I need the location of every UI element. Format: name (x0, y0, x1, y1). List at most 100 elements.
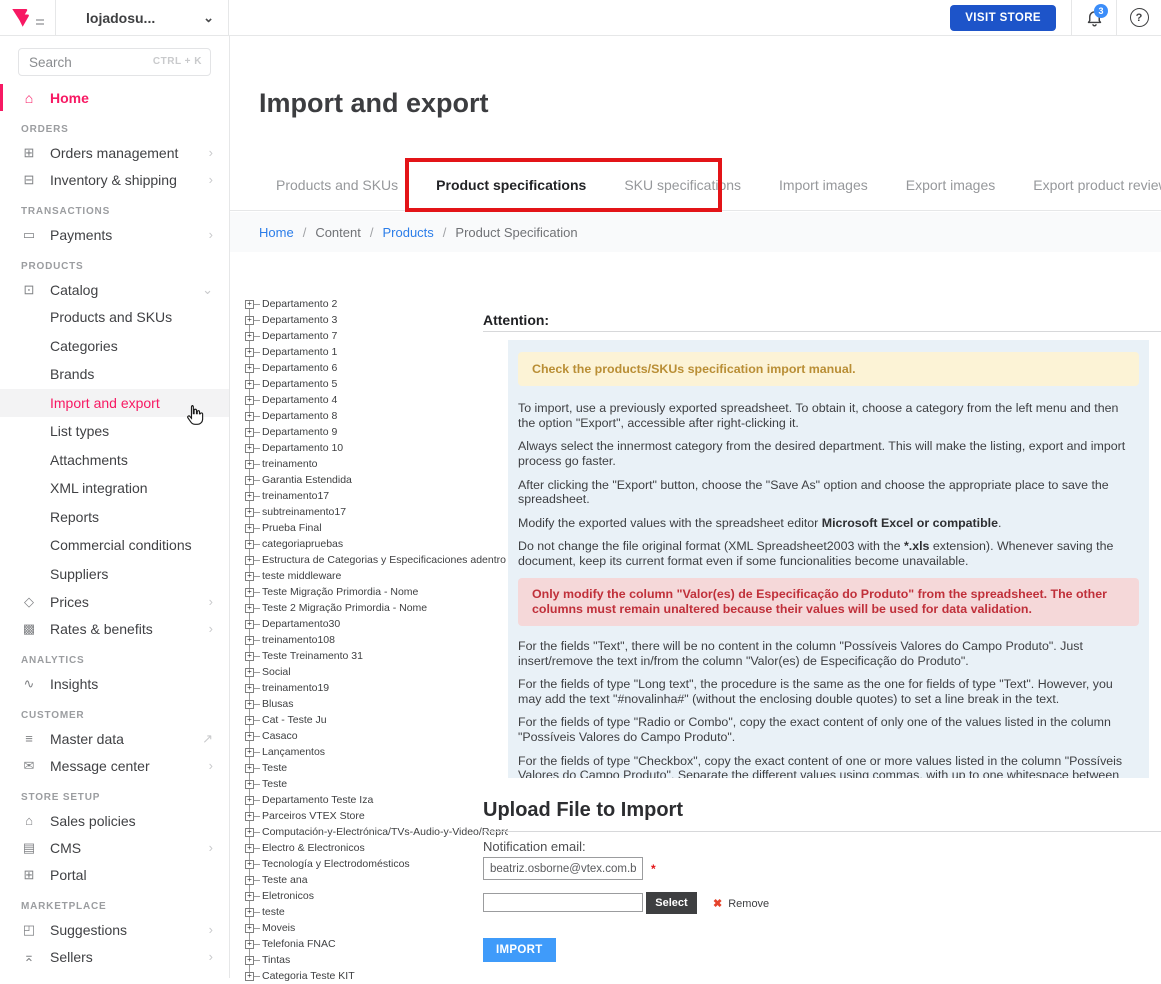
tree-node[interactable]: +Electro & Electronicos (245, 840, 508, 856)
tree-node[interactable]: +Departamento 2 (245, 296, 508, 312)
sidebar-item-suppliers[interactable]: Suppliers (0, 560, 229, 589)
tree-node[interactable]: +Garantia Estendida (245, 472, 508, 488)
tree-node[interactable]: +Departamento 8 (245, 408, 508, 424)
tree-expand-icon[interactable]: + (245, 844, 254, 853)
tab-export-images[interactable]: Export images (906, 177, 995, 193)
tree-expand-icon[interactable]: + (245, 332, 254, 341)
tree-node[interactable]: +Tecnología y Electrodomésticos (245, 856, 508, 872)
tree-expand-icon[interactable]: + (245, 428, 254, 437)
tree-expand-icon[interactable]: + (245, 780, 254, 789)
file-path-input[interactable] (483, 893, 643, 912)
sidebar-item-sellers[interactable]: ⌅Sellers› (0, 943, 229, 970)
breadcrumb-item-home[interactable]: Home (259, 225, 294, 240)
tree-expand-icon[interactable]: + (245, 348, 254, 357)
tree-node[interactable]: +Lançamentos (245, 744, 508, 760)
sidebar-item-message-center[interactable]: ✉Message center› (0, 752, 229, 779)
sidebar-item-insights[interactable]: ∿Insights (0, 670, 229, 697)
tree-node[interactable]: +Departamento 3 (245, 312, 508, 328)
tree-expand-icon[interactable]: + (245, 668, 254, 677)
tree-expand-icon[interactable]: + (245, 732, 254, 741)
tree-node[interactable]: +Teste ana (245, 872, 508, 888)
tree-expand-icon[interactable]: + (245, 652, 254, 661)
manual-note[interactable]: Check the products/SKUs specification im… (518, 352, 1139, 386)
tree-node[interactable]: +Eletronicos (245, 888, 508, 904)
breadcrumb-item-products[interactable]: Products (382, 225, 433, 240)
tree-node[interactable]: +Departamento30 (245, 616, 508, 632)
tree-node[interactable]: +Casaco (245, 728, 508, 744)
tree-expand-icon[interactable]: + (245, 796, 254, 805)
remove-file-button[interactable]: ✖ Remove (713, 897, 769, 910)
tree-expand-icon[interactable]: + (245, 764, 254, 773)
tree-node[interactable]: +Teste 2 Migração Primordia - Nome (245, 600, 508, 616)
tree-expand-icon[interactable]: + (245, 316, 254, 325)
tree-expand-icon[interactable]: + (245, 444, 254, 453)
sidebar-item-cms[interactable]: ▤CMS› (0, 834, 229, 861)
sidebar-item-home[interactable]: ⌂ Home (0, 84, 229, 111)
tree-expand-icon[interactable]: + (245, 716, 254, 725)
tree-node[interactable]: +teste middleware (245, 568, 508, 584)
sidebar-item-commercial-conditions[interactable]: Commercial conditions (0, 531, 229, 560)
tree-node[interactable]: +Tintas (245, 952, 508, 968)
tree-node[interactable]: +Teste Treinamento 31 (245, 648, 508, 664)
sidebar-item-xml-integration[interactable]: XML integration (0, 474, 229, 503)
tree-expand-icon[interactable]: + (245, 476, 254, 485)
tree-node[interactable]: +Moveis (245, 920, 508, 936)
tree-expand-icon[interactable]: + (245, 300, 254, 309)
tree-expand-icon[interactable]: + (245, 604, 254, 613)
tree-expand-icon[interactable]: + (245, 380, 254, 389)
tree-expand-icon[interactable]: + (245, 956, 254, 965)
tree-node[interactable]: +Departamento 7 (245, 328, 508, 344)
tab-sku-specifications[interactable]: SKU specifications (624, 177, 741, 193)
tree-node[interactable]: +categoriapruebas (245, 536, 508, 552)
visit-store-button[interactable]: VISIT STORE (950, 5, 1056, 31)
tree-node[interactable]: +Departamento 6 (245, 360, 508, 376)
tree-expand-icon[interactable]: + (245, 828, 254, 837)
import-button[interactable]: IMPORT (483, 938, 556, 962)
tree-node[interactable]: +Computación-y-Electrónica/TVs-Audio-y-V… (245, 824, 508, 840)
tree-node[interactable]: +treinamento108 (245, 632, 508, 648)
sidebar-item-products-and-skus[interactable]: Products and SKUs (0, 303, 229, 332)
tree-expand-icon[interactable]: + (245, 748, 254, 757)
tab-export-product-reviews[interactable]: Export product reviews (1033, 177, 1161, 193)
notifications-button[interactable]: 3 (1072, 0, 1116, 35)
tree-expand-icon[interactable]: + (245, 860, 254, 869)
sidebar-item-suggestions[interactable]: ◰Suggestions› (0, 916, 229, 943)
tree-node[interactable]: +Departamento 5 (245, 376, 508, 392)
tree-expand-icon[interactable]: + (245, 908, 254, 917)
tree-expand-icon[interactable]: + (245, 892, 254, 901)
sidebar-item-inventory-shipping[interactable]: ⊟Inventory & shipping› (0, 166, 229, 193)
sidebar-item-prices[interactable]: ◇Prices› (0, 588, 229, 615)
store-selector[interactable]: lojadosu... ⌄ (56, 0, 229, 35)
sidebar-item-portal[interactable]: ⊞Portal (0, 861, 229, 888)
sidebar-item-orders-management[interactable]: ⊞Orders management› (0, 139, 229, 166)
help-button[interactable]: ? (1117, 0, 1161, 35)
tree-node[interactable]: +Prueba Final (245, 520, 508, 536)
tree-node[interactable]: +subtreinamento17 (245, 504, 508, 520)
sidebar-item-categories[interactable]: Categories (0, 332, 229, 361)
sidebar-item-list-types[interactable]: List types (0, 417, 229, 446)
tree-expand-icon[interactable]: + (245, 556, 254, 565)
tree-node[interactable]: +treinamento17 (245, 488, 508, 504)
tree-node[interactable]: +Departamento Teste Iza (245, 792, 508, 808)
tree-expand-icon[interactable]: + (245, 700, 254, 709)
tab-products-and-skus[interactable]: Products and SKUs (276, 177, 398, 193)
sidebar-item-brands[interactable]: Brands (0, 360, 229, 389)
notification-email-input[interactable] (483, 857, 643, 880)
select-file-button[interactable]: Select (646, 892, 697, 914)
tree-expand-icon[interactable]: + (245, 972, 254, 981)
tree-expand-icon[interactable]: + (245, 364, 254, 373)
tree-expand-icon[interactable]: + (245, 684, 254, 693)
tree-node[interactable]: +Teste Migração Primordia - Nome (245, 584, 508, 600)
tree-node[interactable]: +Teste (245, 760, 508, 776)
tree-expand-icon[interactable]: + (245, 460, 254, 469)
tree-node[interactable]: +Telefonia FNAC (245, 936, 508, 952)
tree-node[interactable]: +Social (245, 664, 508, 680)
tree-expand-icon[interactable]: + (245, 412, 254, 421)
tree-node[interactable]: +Teste (245, 776, 508, 792)
tree-node[interactable]: +Departamento 10 (245, 440, 508, 456)
tree-expand-icon[interactable]: + (245, 924, 254, 933)
tree-node[interactable]: +Departamento 1 (245, 344, 508, 360)
tree-expand-icon[interactable]: + (245, 812, 254, 821)
tree-node[interactable]: +Departamento 4 (245, 392, 508, 408)
tree-node[interactable]: +Estructura de Categorias y Especificaci… (245, 552, 508, 568)
